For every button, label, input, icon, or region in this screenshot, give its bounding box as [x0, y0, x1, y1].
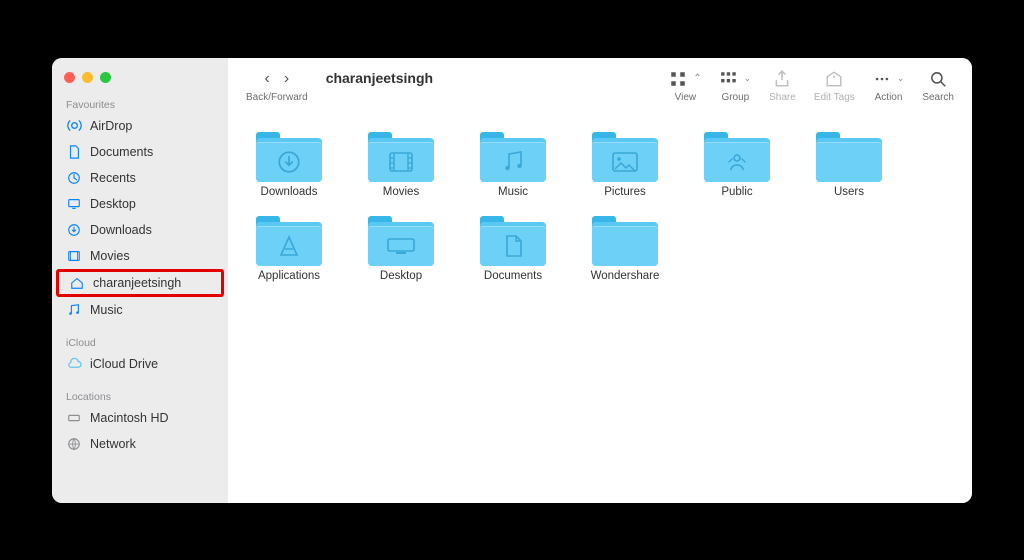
nav-buttons: ‹ › Back/Forward — [246, 68, 308, 103]
close-button[interactable] — [64, 72, 75, 83]
folder-label: Wondershare — [591, 270, 660, 282]
sidebar-item-label: Recents — [90, 171, 136, 185]
folder-pictures[interactable]: Pictures — [574, 124, 676, 204]
sidebar-item-desktop[interactable]: Desktop — [52, 191, 228, 217]
music-icon — [66, 302, 82, 318]
folder-wondershare[interactable]: Wondershare — [574, 208, 676, 288]
folder-icon — [480, 130, 546, 182]
sidebar-item-label: Macintosh HD — [90, 411, 169, 425]
folder-desktop[interactable]: Desktop — [350, 208, 452, 288]
cloud-icon — [66, 356, 82, 372]
folder-label: Applications — [258, 270, 320, 282]
folder-icon — [704, 130, 770, 182]
folder-icon — [592, 214, 658, 266]
folder-label: Documents — [484, 270, 542, 282]
group-button[interactable]: ⌄ Group — [720, 68, 752, 103]
document-icon — [66, 144, 82, 160]
sidebar-item-label: Movies — [90, 249, 130, 263]
sidebar-item-macintosh-hd[interactable]: Macintosh HD — [52, 405, 228, 431]
folder-label: Public — [721, 186, 752, 198]
favourites-label: Favourites — [52, 95, 228, 113]
sidebar-item-charanjeetsingh[interactable]: charanjeetsingh — [56, 269, 224, 297]
clock-icon — [66, 170, 82, 186]
sidebar-item-label: iCloud Drive — [90, 357, 158, 371]
locations-label: Locations — [52, 387, 228, 405]
folder-icon — [256, 130, 322, 182]
folder-public[interactable]: Public — [686, 124, 788, 204]
folder-downloads[interactable]: Downloads — [238, 124, 340, 204]
sidebar-item-airdrop[interactable]: AirDrop — [52, 113, 228, 139]
folder-documents[interactable]: Documents — [462, 208, 564, 288]
action-button[interactable]: ⌄ Action — [873, 68, 905, 103]
folder-icon — [480, 214, 546, 266]
minimize-button[interactable] — [82, 72, 93, 83]
sidebar-item-movies[interactable]: Movies — [52, 243, 228, 269]
sidebar-item-label: Documents — [90, 145, 153, 159]
sidebar-item-label: Desktop — [90, 197, 136, 211]
edit-tags-button[interactable]: Edit Tags — [814, 68, 855, 103]
sidebar-item-label: charanjeetsingh — [93, 276, 181, 290]
window-title: charanjeetsingh — [326, 68, 433, 86]
forward-button[interactable]: › — [284, 70, 289, 88]
icloud-label: iCloud — [52, 333, 228, 351]
zoom-button[interactable] — [100, 72, 111, 83]
folder-applications[interactable]: Applications — [238, 208, 340, 288]
view-button[interactable]: ⌃ View — [669, 68, 701, 103]
sidebar-item-downloads[interactable]: Downloads — [52, 217, 228, 243]
toolbar: ‹ › Back/Forward charanjeetsingh ⌃ View … — [228, 58, 972, 114]
sidebar-item-label: Downloads — [90, 223, 152, 237]
movies-icon — [66, 248, 82, 264]
folder-music[interactable]: Music — [462, 124, 564, 204]
folder-users[interactable]: Users — [798, 124, 900, 204]
sidebar: Favourites AirDrop Documents Recents Des… — [52, 58, 228, 503]
main-area: ‹ › Back/Forward charanjeetsingh ⌃ View … — [228, 58, 972, 503]
folder-icon — [368, 130, 434, 182]
sidebar-item-label: AirDrop — [90, 119, 132, 133]
sidebar-item-network[interactable]: Network — [52, 431, 228, 457]
folder-icon — [816, 130, 882, 182]
sidebar-item-label: Network — [90, 437, 136, 451]
finder-window: Favourites AirDrop Documents Recents Des… — [52, 58, 972, 503]
folder-label: Desktop — [380, 270, 422, 282]
download-icon — [66, 222, 82, 238]
folder-movies[interactable]: Movies — [350, 124, 452, 204]
sidebar-item-recents[interactable]: Recents — [52, 165, 228, 191]
desktop-icon — [66, 196, 82, 212]
share-button[interactable]: Share — [769, 68, 796, 103]
folder-contents: Downloads Movies Music Pictures Public — [228, 114, 972, 503]
sidebar-item-music[interactable]: Music — [52, 297, 228, 323]
nav-label: Back/Forward — [246, 92, 308, 103]
sidebar-item-icloud-drive[interactable]: iCloud Drive — [52, 351, 228, 377]
folder-label: Users — [834, 186, 864, 198]
window-controls — [52, 68, 228, 95]
folder-icon — [592, 130, 658, 182]
search-button[interactable]: Search — [922, 68, 954, 103]
home-icon — [69, 275, 85, 291]
airdrop-icon — [66, 118, 82, 134]
folder-label: Music — [498, 186, 528, 198]
sidebar-item-label: Music — [90, 303, 123, 317]
folder-icon — [368, 214, 434, 266]
folder-label: Pictures — [604, 186, 646, 198]
folder-label: Downloads — [261, 186, 318, 198]
sidebar-item-documents[interactable]: Documents — [52, 139, 228, 165]
folder-icon — [256, 214, 322, 266]
back-button[interactable]: ‹ — [265, 70, 270, 88]
disk-icon — [66, 410, 82, 426]
network-icon — [66, 436, 82, 452]
folder-label: Movies — [383, 186, 419, 198]
